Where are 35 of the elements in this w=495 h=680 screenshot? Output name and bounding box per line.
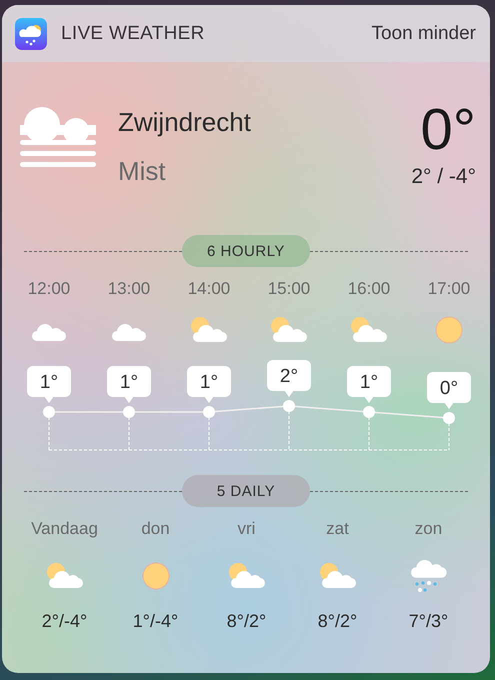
day-temperature-range: 1°/-4° (132, 611, 178, 632)
app-name: LIVE WEATHER (61, 22, 206, 44)
sun-cloud-icon (350, 316, 388, 344)
hour-label: 12:00 (28, 279, 70, 299)
hour-label: 14:00 (188, 279, 230, 299)
snow-cloud-icon (410, 557, 448, 595)
sun-cloud-icon (270, 316, 308, 344)
app-icon (15, 18, 47, 50)
current-temperature: 0° (420, 101, 476, 159)
day-temperature-range: 2°/-4° (42, 611, 88, 632)
day-label: don (141, 519, 170, 539)
condition-text: Mist (118, 156, 167, 187)
hour-label: 16:00 (348, 279, 390, 299)
day-temperature-range: 7°/3° (408, 611, 448, 632)
sun-cloud-icon (190, 316, 228, 344)
section-label: 6 HOURLY (182, 235, 310, 267)
temperature-range: 2° / -4° (411, 165, 476, 189)
hour-label: 13:00 (108, 279, 150, 299)
sun-icon (435, 316, 463, 344)
day-label: Vandaag (31, 519, 98, 539)
sun-icon (142, 562, 170, 590)
day-label: zon (414, 519, 442, 539)
day-label: vri (238, 519, 256, 539)
fog-icon (18, 105, 98, 169)
sun-cloud-icon (228, 562, 266, 590)
section-label: 5 DAILY (182, 475, 310, 507)
sun-cloud-icon (46, 562, 84, 590)
day-temperature-range: 8°/2° (318, 611, 358, 632)
city-name: Zwijndrecht (118, 107, 252, 138)
day-label: zat (326, 519, 349, 539)
hour-label: 15:00 (268, 279, 310, 299)
sun-cloud-icon (318, 562, 356, 590)
day-temperature-range: 8°/2° (226, 611, 266, 632)
hour-label: 17:00 (428, 279, 470, 299)
show-less-link[interactable]: Toon minder (371, 22, 476, 44)
